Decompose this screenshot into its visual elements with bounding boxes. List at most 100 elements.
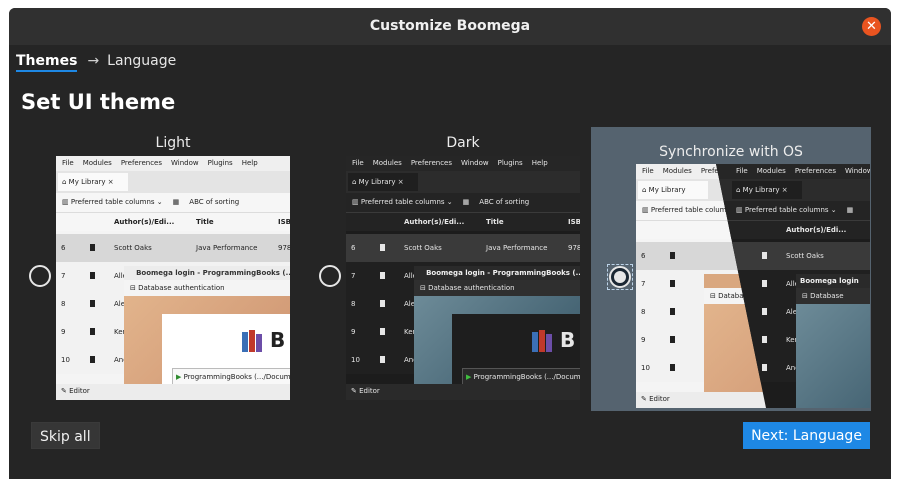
lock-icon: ⊟ (802, 292, 811, 300)
tab-my-library: My Library (358, 178, 396, 186)
preferred-columns-label: Preferred table columns (650, 206, 735, 214)
menu-preferences: Preferences (120, 159, 162, 167)
home-icon: ⌂ (62, 178, 69, 186)
next-language-button[interactable]: Next: Language (743, 422, 870, 449)
preferred-columns-label: Preferred table columns (360, 198, 445, 206)
boomega-logo-icon (242, 330, 266, 352)
tab-close-icon: × (107, 178, 114, 186)
arrow-right-icon: → (87, 53, 100, 69)
grid-icon: ▦ (462, 198, 470, 206)
theme-option-dark[interactable]: Dark File Modules Preferences Window Plu… (346, 127, 580, 411)
columns-icon: ▥ (62, 198, 71, 206)
breadcrumb-language[interactable]: Language (107, 53, 176, 69)
menu-window: Window (845, 167, 870, 175)
row-num: 9 (351, 328, 356, 336)
sorting-label: ABC of sorting (189, 198, 240, 206)
edit-icon: ✎ (351, 387, 360, 395)
theme-option-light[interactable]: Light File Modules Preferences Window Pl… (56, 127, 290, 411)
title-bar: Customize Boomega ✕ (9, 8, 891, 45)
book-icon (670, 280, 675, 287)
tab-my-library: My Library (648, 186, 686, 194)
row-num: 9 (61, 328, 66, 336)
db-auth-label: Database authentication (138, 284, 225, 292)
columns-icon: ▥ (352, 198, 361, 206)
home-icon: ⌂ (642, 186, 649, 194)
row-num: 8 (61, 300, 66, 308)
tab-my-library: My Library (68, 178, 106, 186)
book-icon (380, 300, 385, 307)
menu-preferences: Preferences (410, 159, 452, 167)
row-num: 6 (351, 244, 356, 252)
book-icon (90, 300, 95, 307)
book-icon (670, 308, 675, 315)
preferred-columns-label: Preferred table columns (744, 206, 829, 214)
window-title: Customize Boomega (369, 18, 531, 34)
skip-all-button[interactable]: Skip all (31, 422, 100, 449)
row-num: 10 (351, 356, 360, 364)
row-num: 8 (351, 300, 356, 308)
book-icon (670, 336, 675, 343)
row-author: Scott Oaks (786, 252, 824, 260)
dark-theme-preview[interactable]: File Modules Preferences Window Plugins … (346, 156, 580, 400)
radio-dark[interactable] (319, 265, 341, 287)
theme-label-dark: Dark (446, 135, 480, 151)
book-icon (762, 308, 767, 315)
theme-label-sync: Synchronize with OS (659, 144, 803, 160)
row-num: 8 (641, 308, 646, 316)
logo-text: B (270, 328, 286, 352)
menu-window: Window (171, 159, 199, 167)
db-field: ProgrammingBooks (.../Docum (473, 373, 580, 381)
menu-plugins: Plugins (207, 159, 233, 167)
col-title: Title (196, 218, 214, 226)
theme-option-sync[interactable]: Synchronize with OS File Modules Prefere… (591, 127, 871, 411)
row-isbn: 978 (568, 244, 580, 252)
book-icon (90, 356, 95, 363)
menu-modules: Modules (756, 167, 786, 175)
row-num: 6 (641, 252, 646, 260)
menu-window: Window (461, 159, 489, 167)
play-icon: ▶ (176, 373, 184, 381)
home-icon: ⌂ (736, 186, 743, 194)
db-field: ProgrammingBooks (.../Docum (183, 373, 290, 381)
sync-theme-preview[interactable]: File Modules Preferences Window ⌂ My Lib… (636, 164, 870, 408)
book-icon (380, 328, 385, 335)
menu-file: File (736, 167, 748, 175)
row-num: 9 (641, 336, 646, 344)
logo-text: B (560, 328, 576, 352)
edit-icon: ✎ (61, 387, 70, 395)
columns-icon: ▥ (642, 206, 651, 214)
row-num: 7 (61, 272, 66, 280)
row-isbn: 978 (278, 244, 290, 252)
grid-icon: ▦ (172, 198, 180, 206)
menu-file: File (352, 159, 364, 167)
db-auth-label: Database authentication (428, 284, 515, 292)
book-icon (380, 356, 385, 363)
edit-icon: ✎ (641, 395, 650, 403)
col-author: Author(s)/Edi... (786, 226, 847, 234)
play-icon: ▶ (466, 373, 474, 381)
row-title: Java Performance (486, 244, 548, 252)
login-dialog-title: Boomega login - ProgrammingBooks (.../D (124, 266, 290, 280)
row-author: Scott Oaks (114, 244, 152, 252)
row-num: 7 (641, 280, 646, 288)
col-isbn: ISB (278, 218, 290, 226)
radio-light[interactable] (29, 265, 51, 287)
menu-file: File (642, 167, 654, 175)
radio-sync[interactable] (609, 266, 631, 288)
menu-file: File (62, 159, 74, 167)
book-icon (380, 244, 385, 251)
close-icon[interactable]: ✕ (862, 17, 881, 36)
lock-icon: ⊟ (130, 284, 139, 292)
row-num: 6 (61, 244, 66, 252)
light-theme-preview[interactable]: File Modules Preferences Window Plugins … (56, 156, 290, 400)
breadcrumb-themes[interactable]: Themes (16, 53, 78, 72)
tab-close-icon: × (781, 186, 788, 194)
row-author: Scott Oaks (404, 244, 442, 252)
lock-icon: ⊟ (710, 292, 719, 300)
row-num: 10 (641, 364, 650, 372)
breadcrumb: Themes → Language (16, 53, 176, 72)
col-author: Author(s)/Edi... (404, 218, 465, 226)
grid-icon: ▦ (846, 206, 854, 214)
boomega-logo-icon (532, 330, 556, 352)
book-icon (762, 252, 767, 259)
